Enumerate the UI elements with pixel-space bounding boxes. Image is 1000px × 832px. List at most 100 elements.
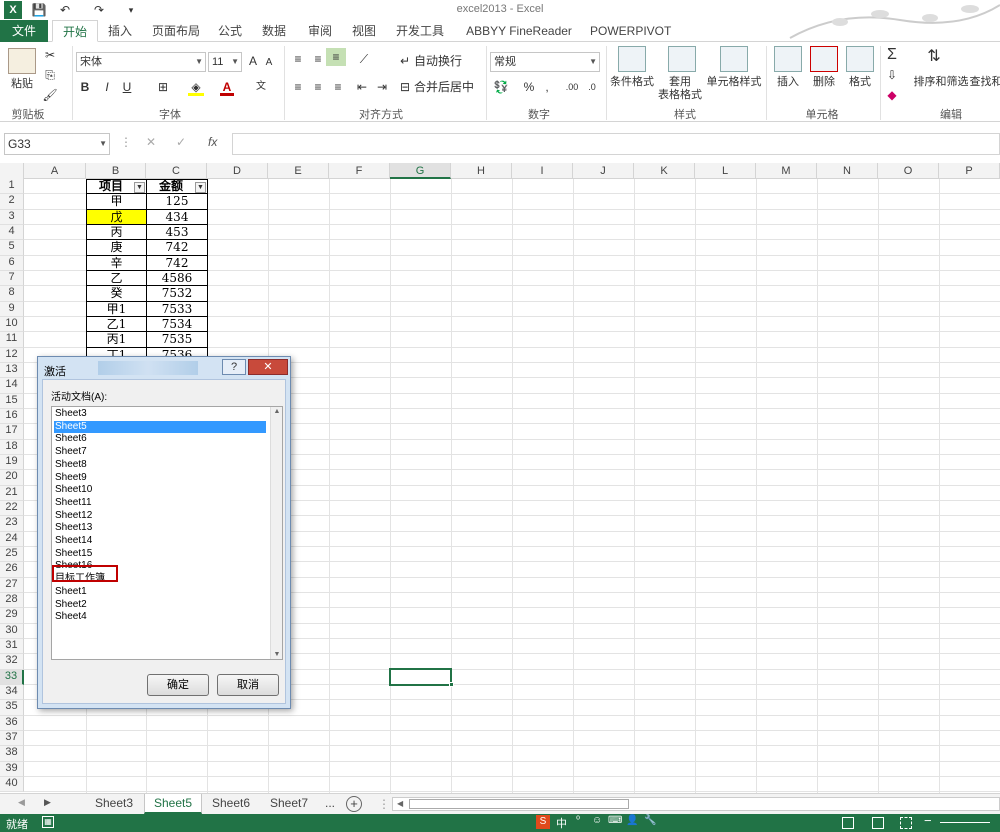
align-center-icon[interactable]: ≡: [310, 78, 326, 96]
row-header-34[interactable]: 34: [0, 684, 24, 701]
delete-cells-icon[interactable]: [810, 46, 838, 72]
ime-punctuation-icon[interactable]: ⁰: [576, 815, 580, 826]
tab-insert[interactable]: 插入: [102, 20, 138, 42]
table-cell-item[interactable]: 丙1: [87, 332, 146, 347]
ime-settings-icon[interactable]: 🔧: [644, 815, 656, 826]
col-header-k[interactable]: K: [634, 163, 695, 179]
listbox-item[interactable]: Sheet12: [54, 510, 266, 523]
macro-record-icon[interactable]: ▦: [42, 816, 54, 828]
row-header-29[interactable]: 29: [0, 608, 24, 624]
merge-center-button[interactable]: 合并后居中: [414, 78, 474, 96]
row-header-14[interactable]: 14: [0, 378, 24, 394]
align-top-icon[interactable]: ≡: [290, 50, 306, 68]
ime-chinese-icon[interactable]: 中: [556, 815, 567, 831]
listbox-item[interactable]: Sheet15: [54, 548, 266, 561]
table-cell-item[interactable]: 甲1: [87, 302, 146, 317]
filter-dropdown-icon[interactable]: ▼: [195, 182, 206, 193]
cancel-button[interactable]: 取消: [217, 674, 279, 696]
listbox-item[interactable]: Sheet11: [54, 497, 266, 510]
bold-button[interactable]: B: [78, 78, 92, 96]
table-cell-amount[interactable]: 7532: [147, 286, 207, 301]
tab-file[interactable]: 文件: [0, 20, 48, 42]
row-header-1[interactable]: 1: [0, 179, 24, 195]
col-header-p[interactable]: P: [939, 163, 1000, 179]
align-left-icon[interactable]: ≡: [290, 78, 306, 96]
scroll-up-icon[interactable]: ▲: [271, 408, 282, 415]
col-header-o[interactable]: O: [878, 163, 939, 179]
page-layout-view-icon[interactable]: [872, 817, 884, 829]
insert-function-icon[interactable]: fx: [208, 135, 217, 149]
row-header-38[interactable]: 38: [0, 746, 24, 762]
normal-view-icon[interactable]: [842, 817, 854, 829]
document-listbox[interactable]: Sheet3 Sheet5 Sheet6 Sheet7 Sheet8 Sheet9 Shee…: [51, 406, 283, 660]
scroll-left-icon[interactable]: ◀: [397, 799, 403, 808]
orientation-icon[interactable]: ⟋: [354, 50, 374, 68]
table-cell-item[interactable]: 乙1: [87, 317, 146, 332]
ime-logo-icon[interactable]: S: [536, 815, 550, 829]
listbox-item[interactable]: Sheet4: [54, 611, 266, 624]
row-header-30[interactable]: 30: [0, 623, 24, 639]
increase-indent-icon[interactable]: ⇥: [374, 78, 390, 96]
tab-abbyy[interactable]: ABBYY FineReader 12: [458, 20, 580, 60]
table-cell-item[interactable]: 辛: [87, 256, 146, 271]
tab-review[interactable]: 审阅: [302, 20, 338, 42]
decrease-indent-icon[interactable]: ⇤: [354, 78, 370, 96]
delete-cells-button[interactable]: 删除: [806, 76, 842, 89]
col-header-a[interactable]: A: [24, 163, 86, 179]
row-header-33[interactable]: 33: [0, 669, 24, 685]
format-painter-icon[interactable]: 🖌: [42, 86, 58, 104]
tab-splitter-icon[interactable]: ⋮: [378, 797, 390, 811]
paste-icon[interactable]: [8, 48, 36, 74]
comma-icon[interactable]: ,: [540, 78, 554, 96]
row-header-12[interactable]: 12: [0, 347, 24, 363]
row-header-36[interactable]: 36: [0, 715, 24, 731]
row-header-39[interactable]: 39: [0, 761, 24, 777]
page-break-view-icon[interactable]: [900, 817, 912, 829]
number-format-select[interactable]: 常规 ▼: [490, 52, 600, 72]
row-header-25[interactable]: 25: [0, 546, 24, 563]
table-format-icon[interactable]: [668, 46, 696, 72]
row-header-21[interactable]: 21: [0, 485, 24, 501]
row-header-27[interactable]: 27: [0, 577, 24, 593]
active-cell-g33[interactable]: [389, 668, 452, 686]
listbox-item[interactable]: Sheet1: [54, 586, 266, 599]
tab-data[interactable]: 数据: [256, 20, 292, 42]
tab-formulas[interactable]: 公式: [212, 20, 248, 42]
row-header-24[interactable]: 24: [0, 531, 24, 547]
col-header-n[interactable]: N: [817, 163, 878, 179]
listbox-scrollbar[interactable]: ▲ ▼: [270, 407, 282, 659]
sort-filter-button[interactable]: 排序和筛选: [912, 76, 970, 89]
decrease-decimal-icon[interactable]: .0: [584, 78, 600, 96]
sort-filter-icon[interactable]: ⇅: [924, 48, 944, 66]
col-header-c[interactable]: C: [146, 163, 207, 179]
formula-bar-options-icon[interactable]: ⋮: [120, 135, 132, 149]
table-cell-amount[interactable]: 7533: [147, 302, 207, 317]
col-header-l[interactable]: L: [695, 163, 756, 179]
row-header-5[interactable]: 5: [0, 240, 24, 256]
table-cell-amount[interactable]: 7535: [147, 332, 207, 347]
insert-cells-icon[interactable]: [774, 46, 802, 72]
ime-user-icon[interactable]: 👤: [626, 815, 638, 826]
table-cell-item[interactable]: 乙: [87, 271, 146, 286]
row-header-11[interactable]: 11: [0, 332, 24, 348]
cancel-icon[interactable]: ✕: [146, 135, 156, 149]
align-middle-icon[interactable]: ≡: [310, 50, 326, 68]
ok-button[interactable]: 确定: [147, 674, 209, 696]
ime-emoji-icon[interactable]: ☺: [592, 815, 602, 826]
filter-dropdown-icon[interactable]: ▼: [134, 182, 145, 193]
row-header-3[interactable]: 3: [0, 209, 24, 225]
row-header-26[interactable]: 26: [0, 562, 24, 578]
scroll-tabs-right-icon[interactable]: ▶: [44, 797, 51, 808]
sheet-tab-sheet5[interactable]: Sheet5: [144, 794, 202, 814]
row-header-20[interactable]: 20: [0, 470, 24, 486]
shrink-font-icon[interactable]: A: [262, 54, 276, 72]
font-color-icon[interactable]: A: [220, 78, 234, 96]
conditional-format-icon[interactable]: [618, 46, 646, 72]
row-header-6[interactable]: 6: [0, 255, 24, 271]
tab-developer[interactable]: 开发工具: [392, 20, 448, 42]
table-cell-item[interactable]: 癸: [87, 286, 146, 301]
row-header-10[interactable]: 10: [0, 316, 24, 333]
listbox-item[interactable]: Sheet14: [54, 535, 266, 548]
col-header-g[interactable]: G: [390, 163, 451, 179]
tab-powerpivot[interactable]: POWERPIVOT: [590, 20, 671, 42]
